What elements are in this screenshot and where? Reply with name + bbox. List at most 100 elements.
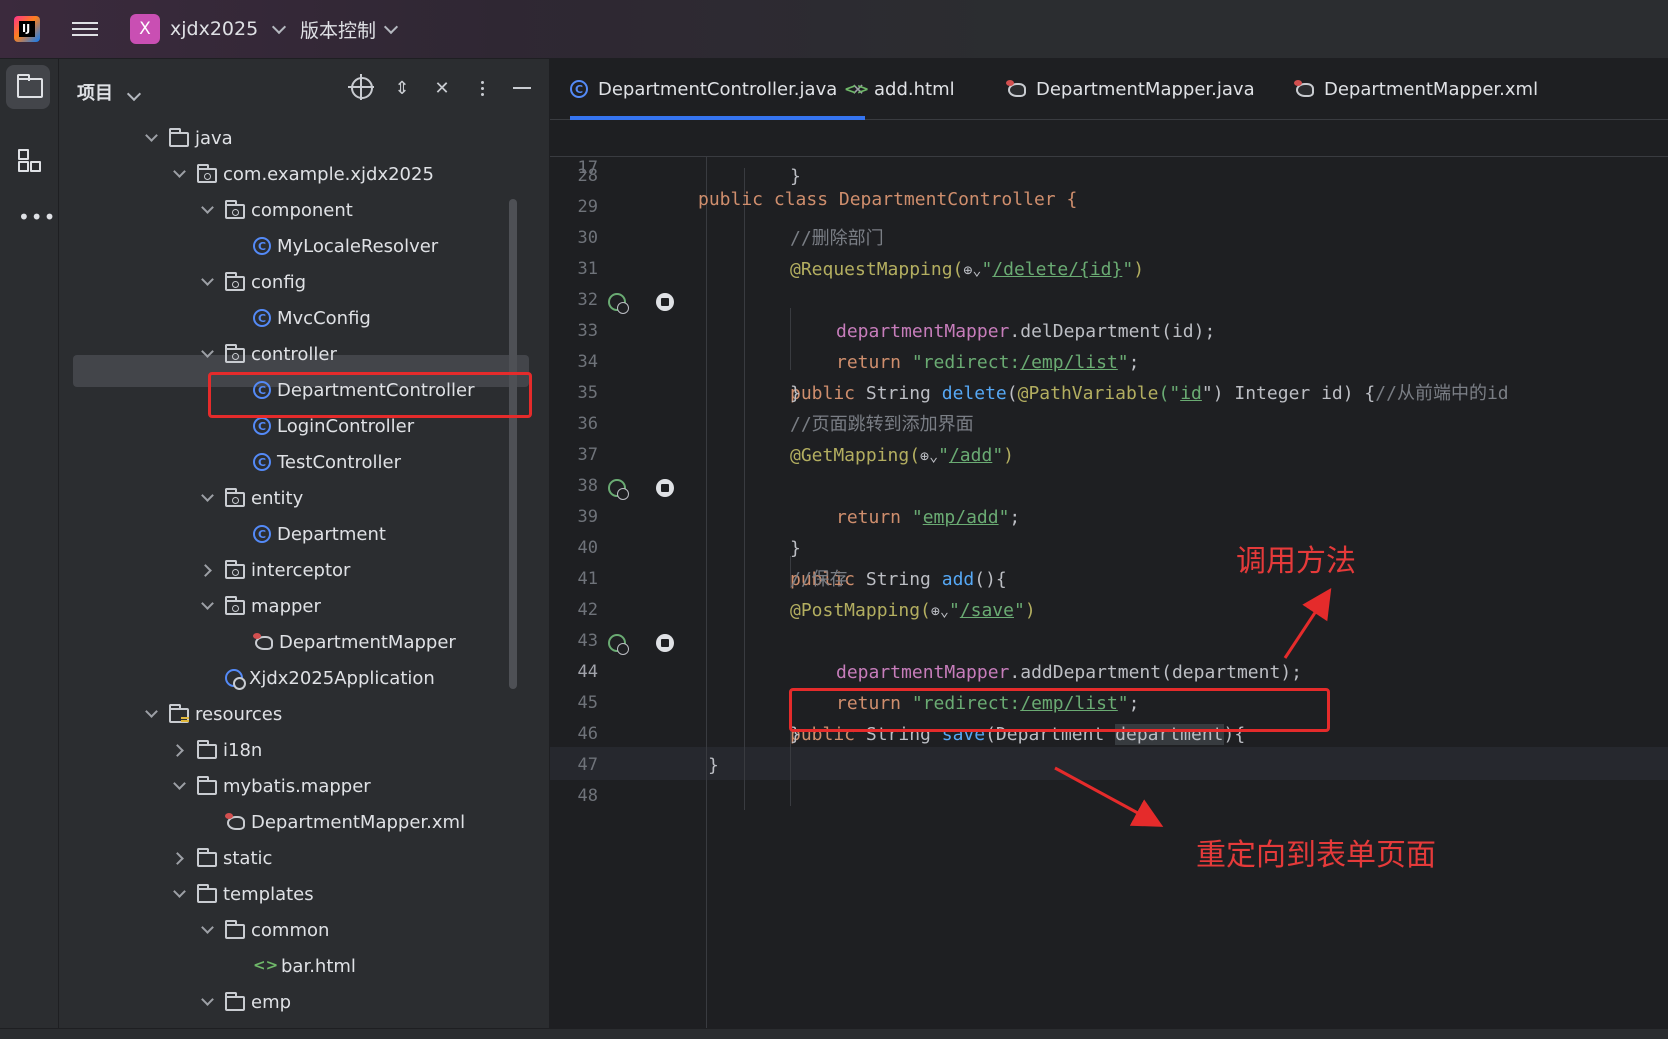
chevron-down-icon[interactable] xyxy=(201,491,215,505)
globe-icon: ⊕⌄ xyxy=(920,447,939,465)
chevron-down-icon[interactable] xyxy=(145,131,159,145)
sticky-line-code: public class DepartmentController { xyxy=(698,189,1078,210)
chevron-down-icon[interactable] xyxy=(173,167,187,181)
collapse-all-button[interactable]: ✕ xyxy=(431,77,453,99)
sticky-header: 17 public class DepartmentController { xyxy=(550,120,1668,210)
tab-departmentcontroller-java[interactable]: C DepartmentController.java ✕ xyxy=(570,59,865,120)
chevron-down-icon[interactable] xyxy=(201,347,215,361)
class-icon: C xyxy=(253,453,271,471)
code-l34: return "redirect:/emp/list"; xyxy=(836,352,1140,373)
tree-item-resources[interactable]: resources xyxy=(59,697,635,731)
expand-icon: ⇕ xyxy=(394,77,410,99)
tab-add-html[interactable]: <> add.html xyxy=(844,59,955,119)
breakpoint-gutter-icon[interactable] xyxy=(656,293,674,311)
class-icon: C xyxy=(253,525,271,543)
more-tools-button[interactable]: ••• xyxy=(6,195,55,239)
project-tool-button[interactable] xyxy=(6,65,50,109)
tree-item-label: component xyxy=(251,199,353,221)
chevron-down-icon[interactable] xyxy=(201,599,215,613)
chevron-down-icon[interactable] xyxy=(201,275,215,289)
globe-icon: ⊕⌄ xyxy=(963,261,982,279)
tree-item-label: entity xyxy=(251,487,304,509)
options-button[interactable] xyxy=(471,77,493,99)
expand-all-button[interactable]: ⇕ xyxy=(391,77,413,99)
structure-tool-button[interactable] xyxy=(6,137,50,181)
chevron-down-icon xyxy=(272,19,287,35)
spring-bean-gutter-icon[interactable] xyxy=(608,479,629,500)
spring-bean-gutter-icon[interactable] xyxy=(608,293,629,314)
tab-label: add.html xyxy=(874,78,955,100)
project-panel-title-label: 项目 xyxy=(77,83,113,104)
chevron-right-icon[interactable] xyxy=(201,563,215,577)
chevron-down-icon[interactable] xyxy=(173,887,187,901)
chevron-down-icon[interactable] xyxy=(201,923,215,937)
folder-icon xyxy=(197,776,217,795)
globe-icon: ⊕⌄ xyxy=(930,602,949,620)
tree-item-label: MyLocaleResolver xyxy=(277,235,439,257)
comment-delete-dept: //删除部门 xyxy=(790,228,884,249)
tree-item-label: static xyxy=(223,847,273,869)
html-icon: <> xyxy=(844,80,870,98)
breakpoint-gutter-icon[interactable] xyxy=(656,634,674,652)
project-panel: 项目 ⇕ ✕ java com.example.xjdx2025 component… xyxy=(59,59,550,1038)
spring-bean-gutter-icon[interactable] xyxy=(608,634,629,655)
tree-item-label: DepartmentMapper.xml xyxy=(251,811,466,833)
chevron-down-icon xyxy=(127,86,142,102)
hide-panel-button[interactable] xyxy=(511,77,533,99)
chevron-down-icon[interactable] xyxy=(201,995,215,1009)
breakpoint-gutter-icon[interactable] xyxy=(656,479,674,497)
chevron-down-icon[interactable] xyxy=(201,203,215,217)
intellij-logo-icon[interactable]: IJ xyxy=(14,16,40,42)
package-icon xyxy=(225,272,245,291)
vcs-menu[interactable]: 版本控制 xyxy=(300,14,399,44)
tree-item-label: Xjdx2025Application xyxy=(249,667,435,689)
chevron-right-icon[interactable] xyxy=(173,743,187,757)
class-icon: C xyxy=(570,80,588,98)
code-l37: @GetMapping(⊕⌄"/add") xyxy=(790,445,1014,466)
tree-item-label: com.example.xjdx2025 xyxy=(223,163,434,185)
class-icon: C xyxy=(253,237,271,255)
code-editor[interactable]: 17 public class DepartmentController { 2… xyxy=(550,120,1668,1038)
package-icon xyxy=(225,488,245,507)
mybatis-icon xyxy=(253,633,273,651)
annotation-redirect: 重定向到表单页面 xyxy=(1196,838,1436,873)
project-switcher[interactable]: X xjdx2025 xyxy=(130,14,287,44)
structure-icon xyxy=(18,149,41,172)
project-name: xjdx2025 xyxy=(170,18,259,40)
tree-item-java[interactable]: java xyxy=(59,121,635,155)
more-horizontal-icon: ••• xyxy=(18,205,57,229)
tree-item-label: interceptor xyxy=(251,559,351,581)
folder-icon xyxy=(197,740,217,759)
tree-item-label: MvcConfig xyxy=(277,307,371,329)
chevron-down-icon[interactable] xyxy=(173,779,187,793)
tab-departmentmapper-java[interactable]: DepartmentMapper.java xyxy=(1006,59,1255,119)
tree-item-label: TestController xyxy=(277,451,401,473)
more-vertical-icon xyxy=(480,80,484,96)
tab-label: DepartmentMapper.java xyxy=(1036,78,1255,100)
resources-folder-icon xyxy=(169,704,189,723)
tree-item-label: templates xyxy=(223,883,314,905)
line-number: 48 xyxy=(577,786,598,806)
comment-to-add-page: //页面跳转到添加界面 xyxy=(790,414,974,435)
package-icon xyxy=(225,344,245,363)
crosshair-icon xyxy=(348,74,374,100)
highlight-add-department-call xyxy=(789,688,1330,732)
package-icon xyxy=(197,164,217,183)
mybatis-icon xyxy=(1294,80,1314,98)
main-menu-icon[interactable] xyxy=(72,18,98,40)
folder-icon xyxy=(197,884,217,903)
code-l33: departmentMapper.delDepartment(id); xyxy=(836,321,1216,342)
project-panel-title[interactable]: 项目 xyxy=(77,79,142,105)
tree-item-label: LoginController xyxy=(277,415,415,437)
tree-item-label: resources xyxy=(195,703,283,725)
tab-departmentmapper-xml[interactable]: DepartmentMapper.xml xyxy=(1294,59,1538,119)
spring-app-icon xyxy=(225,669,246,690)
folder-icon xyxy=(225,992,245,1011)
chevron-right-icon[interactable] xyxy=(173,851,187,865)
chevron-down-icon[interactable] xyxy=(145,707,159,721)
line-number: 17 xyxy=(577,158,598,178)
folder-icon xyxy=(169,128,189,147)
mybatis-icon xyxy=(225,813,245,831)
status-bar xyxy=(0,1028,1668,1039)
locate-file-button[interactable] xyxy=(348,74,374,100)
